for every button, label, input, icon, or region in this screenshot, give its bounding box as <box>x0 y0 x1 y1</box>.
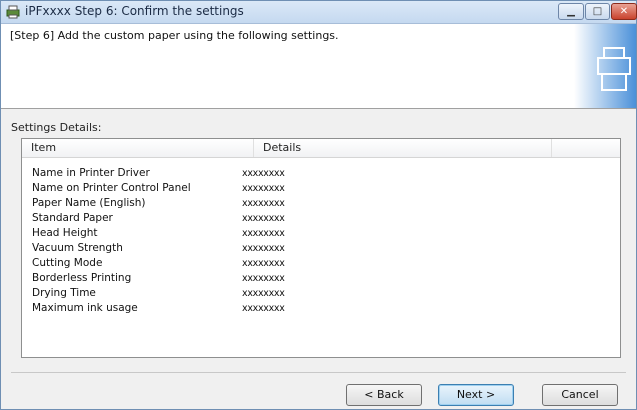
setting-name: Standard Paper <box>32 212 113 224</box>
table-row[interactable]: Vacuum Strength xxxxxxxx <box>22 241 620 256</box>
title-bar[interactable]: iPFxxxx Step 6: Confirm the settings ▁ □… <box>1 1 637 24</box>
setting-value: xxxxxxxx <box>242 258 285 269</box>
table-row[interactable]: Drying Time xxxxxxxx <box>22 286 620 301</box>
table-row[interactable]: Standard Paper xxxxxxxx <box>22 211 620 226</box>
setting-name: Head Height <box>32 227 98 239</box>
setting-value: xxxxxxxx <box>242 168 285 179</box>
table-row[interactable]: Name in Printer Driver xxxxxxxx <box>22 166 620 181</box>
setting-value: xxxxxxxx <box>242 303 285 314</box>
next-button[interactable]: Next > <box>438 384 514 406</box>
setting-name: Name on Printer Control Panel <box>32 182 191 194</box>
header-panel: [Step 6] Add the custom paper using the … <box>1 24 636 109</box>
back-button[interactable]: < Back <box>346 384 422 406</box>
table-row[interactable]: Cutting Mode xxxxxxxx <box>22 256 620 271</box>
settings-list[interactable]: Item Details Name in Printer Driver xxxx… <box>21 138 621 358</box>
setting-name: Borderless Printing <box>32 272 132 284</box>
cancel-button[interactable]: Cancel <box>542 384 618 406</box>
column-header-item[interactable]: Item <box>22 139 254 157</box>
dialog-window: iPFxxxx Step 6: Confirm the settings ▁ □… <box>0 0 637 410</box>
column-header-empty[interactable] <box>552 139 620 157</box>
step-instruction: [Step 6] Add the custom paper using the … <box>10 29 339 42</box>
setting-name: Drying Time <box>32 287 96 299</box>
list-header: Item Details <box>22 139 620 158</box>
setting-name: Vacuum Strength <box>32 242 123 254</box>
close-button[interactable]: ✕ <box>611 3 637 20</box>
setting-name: Cutting Mode <box>32 257 103 269</box>
table-row[interactable]: Paper Name (English) xxxxxxxx <box>22 196 620 211</box>
setting-value: xxxxxxxx <box>242 288 285 299</box>
minimize-icon: ▁ <box>567 6 575 17</box>
table-row[interactable]: Name on Printer Control Panel xxxxxxxx <box>22 181 620 196</box>
table-row[interactable]: Borderless Printing xxxxxxxx <box>22 271 620 286</box>
setting-name: Maximum ink usage <box>32 302 138 314</box>
close-icon: ✕ <box>619 6 629 17</box>
printer-graphic <box>574 24 636 108</box>
table-row[interactable]: Head Height xxxxxxxx <box>22 226 620 241</box>
minimize-button[interactable]: ▁ <box>558 3 584 20</box>
setting-value: xxxxxxxx <box>242 198 285 209</box>
setting-value: xxxxxxxx <box>242 213 285 224</box>
printer-app-icon <box>5 4 21 20</box>
window-title: iPFxxxx Step 6: Confirm the settings <box>25 4 244 18</box>
maximize-icon: □ <box>592 6 603 17</box>
settings-details-label: Settings Details: <box>11 121 102 134</box>
setting-value: xxxxxxxx <box>242 228 285 239</box>
footer-separator <box>11 372 626 373</box>
setting-value: xxxxxxxx <box>242 273 285 284</box>
setting-value: xxxxxxxx <box>242 243 285 254</box>
setting-value: xxxxxxxx <box>242 183 285 194</box>
setting-name: Paper Name (English) <box>32 197 146 209</box>
table-row[interactable]: Maximum ink usage xxxxxxxx <box>22 301 620 316</box>
maximize-button[interactable]: □ <box>585 3 610 20</box>
setting-name: Name in Printer Driver <box>32 167 150 179</box>
column-header-details[interactable]: Details <box>254 139 552 157</box>
